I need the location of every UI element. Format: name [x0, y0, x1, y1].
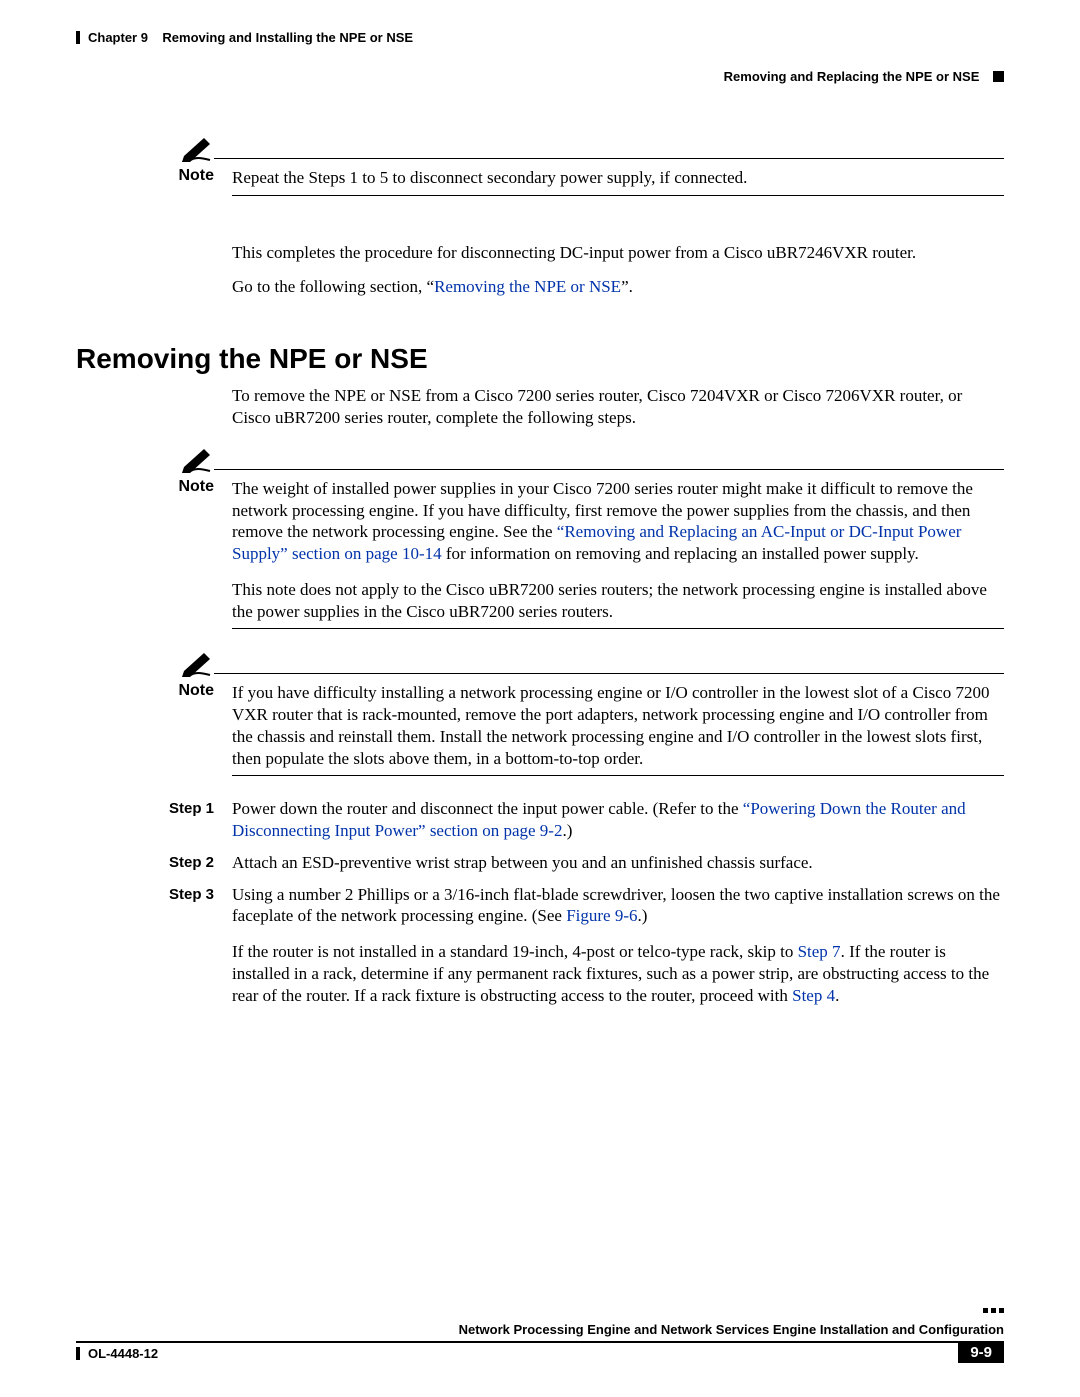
link-step-4[interactable]: Step 4 [792, 986, 835, 1005]
note-text: If you have difficulty installing a netw… [232, 682, 1004, 769]
header-left: Chapter 9 Removing and Installing the NP… [76, 30, 413, 45]
note-text: Repeat the Steps 1 to 5 to disconnect se… [232, 167, 1004, 189]
doc-id: OL-4448-12 [88, 1346, 158, 1361]
header-right: Removing and Replacing the NPE or NSE [76, 69, 1004, 84]
page-number: 9-9 [958, 1341, 1004, 1363]
link-figure-9-6[interactable]: Figure 9-6 [566, 906, 637, 925]
chapter-title: Removing and Installing the NPE or NSE [162, 30, 413, 45]
step-label: Step 1 [76, 798, 214, 817]
paragraph-intro: To remove the NPE or NSE from a Cisco 72… [232, 385, 1004, 429]
book-title: Network Processing Engine and Network Se… [76, 1322, 1004, 1337]
link-removing-npe[interactable]: Removing the NPE or NSE [427, 277, 629, 296]
note-block-3: Note If you have difficulty installing a… [76, 651, 1004, 776]
paragraph-dc-done: This completes the procedure for disconn… [232, 242, 1004, 264]
note-block-2: Note The weight of installed power suppl… [76, 447, 1004, 630]
pencil-icon [180, 651, 214, 677]
note-label: Note [178, 478, 214, 495]
footer-bar-icon [76, 1347, 80, 1360]
step-text: Power down the router and disconnect the… [232, 798, 1004, 842]
step-text: Attach an ESD-preventive wrist strap bet… [232, 852, 1004, 874]
step-3: Step 3 Using a number 2 Phillips or a 3/… [76, 884, 1004, 928]
section-marker-icon [993, 71, 1004, 82]
paragraph-skip: If the router is not installed in a stan… [232, 941, 1004, 1006]
paragraph-goto: Go to the following section, Removing th… [232, 276, 1004, 298]
note-label: Note [178, 167, 214, 184]
link-step-7[interactable]: Step 7 [798, 942, 841, 961]
pencil-icon [180, 136, 214, 162]
footer-dots-icon [983, 1308, 1004, 1313]
section-heading: Removing the NPE or NSE [76, 343, 1004, 375]
pencil-icon [180, 447, 214, 473]
header-bar-icon [76, 31, 80, 44]
chapter-label: Chapter 9 [88, 30, 148, 45]
step-label: Step 3 [76, 884, 214, 903]
page-footer: Network Processing Engine and Network Se… [76, 1322, 1004, 1363]
step-1: Step 1 Power down the router and disconn… [76, 798, 1004, 842]
note-text: The weight of installed power supplies i… [232, 478, 1004, 623]
note-block-1: Note Repeat the Steps 1 to 5 to disconne… [76, 136, 1004, 196]
step-text: Using a number 2 Phillips or a 3/16-inch… [232, 884, 1004, 928]
note-label: Note [178, 682, 214, 699]
step-label: Step 2 [76, 852, 214, 871]
section-name: Removing and Replacing the NPE or NSE [724, 69, 980, 84]
step-2: Step 2 Attach an ESD-preventive wrist st… [76, 852, 1004, 874]
page-header: Chapter 9 Removing and Installing the NP… [76, 30, 1004, 45]
